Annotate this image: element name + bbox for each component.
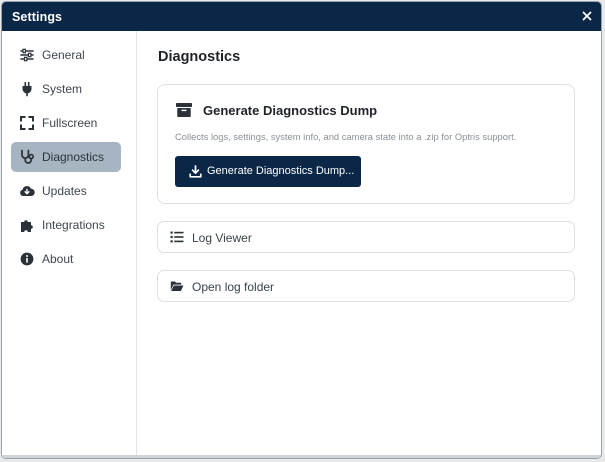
open-log-folder-label: Open log folder: [192, 280, 275, 294]
title-bar: Settings: [2, 2, 601, 31]
window-bottom-edge: [2, 455, 601, 458]
log-viewer-label: Log Viewer: [192, 231, 252, 245]
diagnostics-dump-card: Generate Diagnostics Dump Collects logs,…: [157, 84, 575, 204]
window-title: Settings: [12, 10, 63, 24]
cloud-download-icon: [19, 183, 35, 199]
download-icon: [189, 165, 202, 178]
sidebar-item-label: General: [42, 48, 85, 62]
folder-open-icon: [170, 279, 184, 293]
sliders-icon: [19, 47, 35, 63]
info-icon: [19, 251, 35, 267]
sidebar-item-updates[interactable]: Updates: [11, 176, 121, 206]
sidebar: General System Fullscreen Diagnostics Up…: [2, 31, 137, 458]
sidebar-item-fullscreen[interactable]: Fullscreen: [11, 108, 121, 138]
sidebar-item-label: Updates: [42, 184, 87, 198]
sidebar-item-system[interactable]: System: [11, 74, 121, 104]
expand-icon: [19, 115, 35, 131]
button-label: Generate Diagnostics Dump...: [207, 165, 355, 177]
list-icon: [170, 230, 184, 244]
sidebar-item-general[interactable]: General: [11, 40, 121, 70]
archive-icon: [175, 101, 193, 119]
settings-window: Settings General System Fullscreen Diagn…: [1, 1, 602, 459]
stethoscope-icon: [19, 149, 35, 165]
open-log-folder-button[interactable]: Open log folder: [157, 270, 575, 302]
sidebar-item-integrations[interactable]: Integrations: [11, 210, 121, 240]
sidebar-item-label: Integrations: [42, 218, 105, 232]
sidebar-item-diagnostics[interactable]: Diagnostics: [11, 142, 121, 172]
main-content: Diagnostics Generate Diagnostics Dump Co…: [137, 31, 601, 458]
sidebar-item-label: System: [42, 82, 83, 96]
sidebar-item-label: Diagnostics: [42, 150, 105, 164]
sidebar-item-about[interactable]: About: [11, 244, 121, 274]
sidebar-item-label: Fullscreen: [42, 116, 98, 130]
page-title: Diagnostics: [158, 49, 241, 65]
generate-diagnostics-dump-button[interactable]: Generate Diagnostics Dump...: [175, 156, 361, 187]
plug-icon: [19, 81, 35, 97]
log-viewer-button[interactable]: Log Viewer: [157, 221, 575, 253]
card-description: Collects logs, settings, system info, an…: [175, 131, 517, 142]
close-icon[interactable]: [579, 8, 595, 24]
puzzle-icon: [19, 217, 35, 233]
sidebar-item-label: About: [42, 252, 74, 266]
card-title: Generate Diagnostics Dump: [203, 103, 378, 118]
